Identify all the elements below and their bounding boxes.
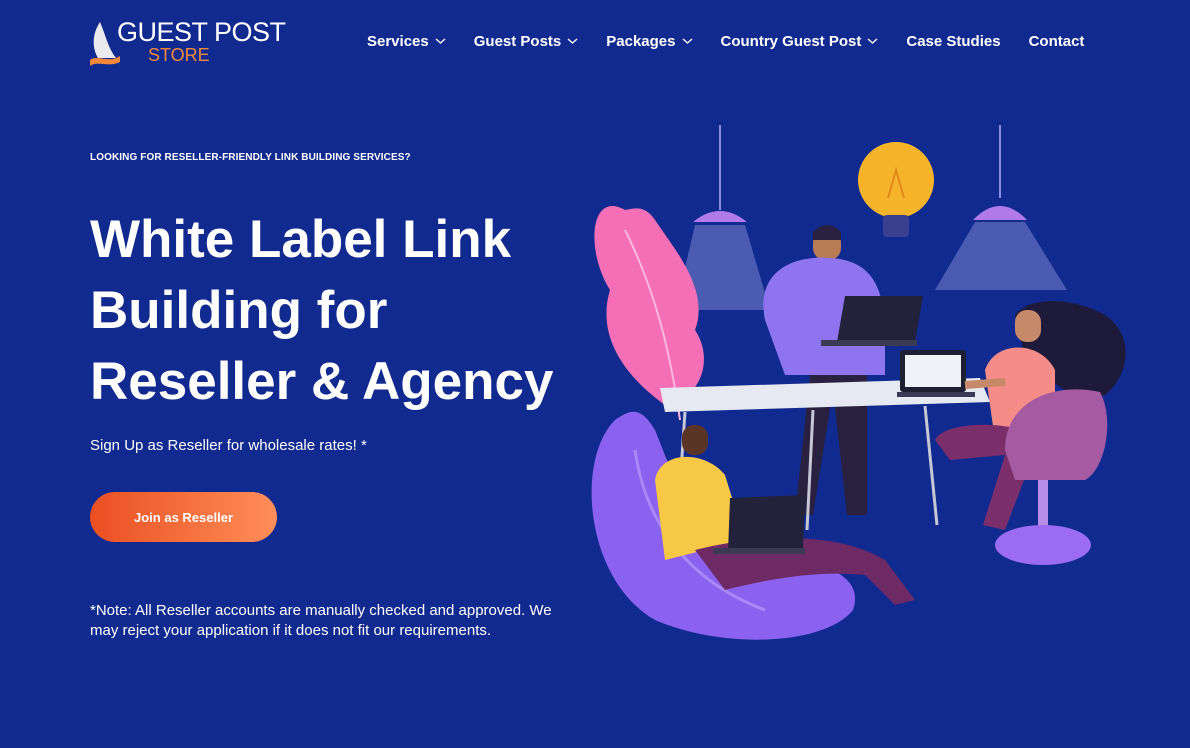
- nav-label: Contact: [1028, 32, 1085, 50]
- headline-line: White Label Link: [90, 210, 512, 269]
- join-reseller-button[interactable]: Join as Reseller: [90, 492, 277, 542]
- nav-label: Services: [367, 32, 429, 50]
- nav-item-contact[interactable]: Contact: [1029, 31, 1085, 51]
- nav-label: Country Guest Post: [720, 32, 862, 50]
- nav-item-country-guest-post[interactable]: Country Guest Post: [721, 31, 879, 51]
- team-working-illustration: [591, 125, 1126, 640]
- site-header: GUEST POST STORE Services Guest Posts Pa…: [0, 0, 1190, 84]
- hero-subtext: Sign Up as Reseller for wholesale rates!…: [90, 437, 367, 454]
- nav-label: Packages: [606, 32, 676, 50]
- brand-line2: STORE: [148, 45, 210, 65]
- hero-headline: White Label Link Building for Reseller &…: [90, 204, 610, 417]
- headline-line: Building for: [90, 281, 388, 340]
- chevron-down-icon: [567, 38, 578, 44]
- headline-line: Reseller & Agency: [90, 352, 554, 411]
- reseller-note: *Note: All Reseller accounts are manuall…: [90, 602, 552, 639]
- brand-line1: GUEST POST: [117, 17, 286, 47]
- main-nav: Services Guest Posts Packages Country Gu…: [367, 31, 1084, 51]
- chevron-down-icon: [435, 38, 446, 44]
- nav-item-case-studies[interactable]: Case Studies: [906, 31, 1000, 51]
- brand-logo[interactable]: GUEST POST STORE: [90, 16, 290, 68]
- nav-label: Guest Posts: [473, 32, 562, 50]
- chevron-down-icon: [682, 38, 692, 44]
- nav-item-services[interactable]: Services: [367, 31, 446, 51]
- nav-label: Case Studies: [906, 32, 1001, 50]
- chevron-down-icon: [867, 38, 878, 44]
- nav-item-packages[interactable]: Packages: [606, 31, 692, 51]
- hero-eyebrow: LOOKING FOR RESELLER-FRIENDLY LINK BUILD…: [90, 152, 411, 163]
- nav-item-guest-posts[interactable]: Guest Posts: [474, 31, 579, 51]
- sail-icon: [90, 22, 120, 66]
